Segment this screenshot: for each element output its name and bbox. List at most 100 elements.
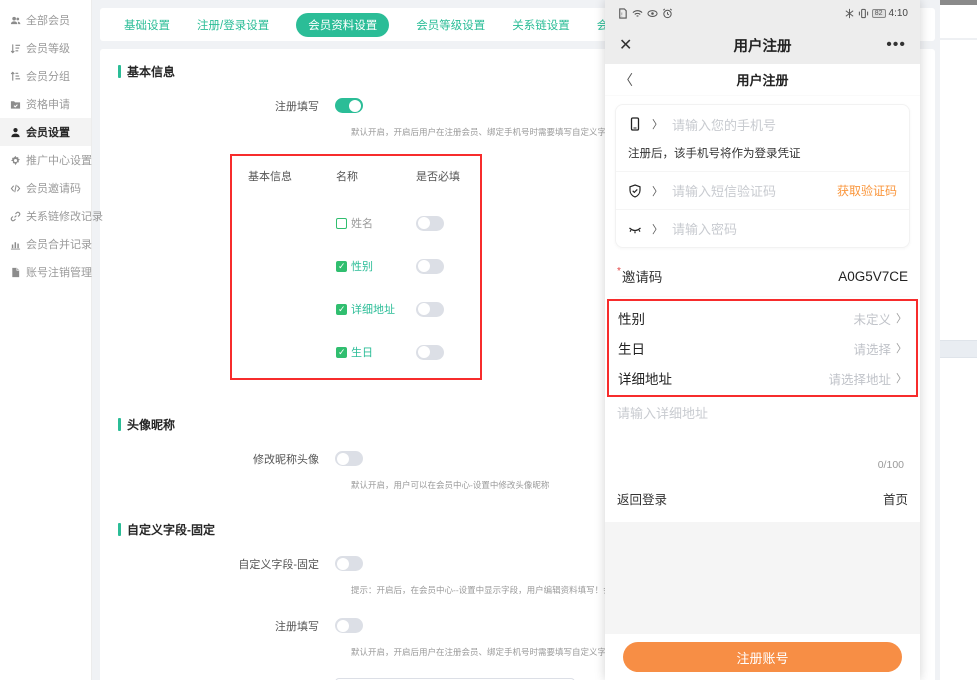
sidebar-item-label: 全部会员 (26, 12, 70, 28)
field-checkbox[interactable] (336, 261, 347, 272)
register-fill-label: 注册填写 (118, 98, 335, 118)
back-to-login-link[interactable]: 返回登录 (617, 489, 667, 508)
field-name: 生日 (351, 344, 373, 360)
member-settings-icon (9, 126, 21, 138)
address-textarea[interactable]: 请输入详细地址 0/100 (615, 397, 910, 475)
eye-icon (647, 8, 658, 19)
chevron-right-icon: 〉 (896, 340, 907, 356)
mobile-preview-panel: ! 82 4:10 ✕ 用户注册 ••• 〈 用户注册 〉 请输入您的手机号 注… (605, 0, 920, 680)
sidebar-item[interactable]: 会员合并记录 (0, 230, 91, 258)
modify-nickname-label: 修改昵称头像 (118, 451, 335, 471)
level-icon (9, 42, 21, 54)
sidebar-item-label: 账号注销管理 (26, 264, 92, 280)
picker-label: 详细地址 (618, 368, 672, 388)
field-name: 详细地址 (351, 301, 395, 317)
wifi-icon (632, 8, 643, 19)
settings-tab[interactable]: 基础设置 (124, 17, 170, 33)
register-account-button[interactable]: 注册账号 (623, 642, 902, 672)
basic-field-row: 生日 (232, 344, 480, 360)
group-icon (9, 70, 21, 82)
back-chevron-icon[interactable]: 〈 (619, 70, 659, 90)
settings-tab[interactable]: 会员资料设置 (296, 13, 389, 37)
empty-area (605, 522, 920, 634)
home-link[interactable]: 首页 (883, 489, 908, 508)
basic-field-row: 性别 (232, 258, 480, 274)
picker-value: 请选择 (853, 339, 891, 358)
field-checkbox[interactable] (336, 218, 347, 229)
basic-fields-table: 基本信息 名称 是否必填 姓名 (230, 154, 482, 380)
picker-label: 生日 (618, 338, 645, 358)
more-icon[interactable]: ••• (866, 36, 906, 54)
phone-page-title: 用户注册 (659, 35, 866, 56)
invite-code-value: A0G5V7CE (838, 269, 908, 284)
mobile-phone-icon (628, 117, 643, 131)
settings-tab[interactable]: 关系链设置 (512, 17, 570, 33)
custom-fixed-toggle[interactable] (335, 556, 363, 571)
svg-text:!: ! (621, 12, 623, 18)
picker-value: 未定义 (853, 309, 891, 328)
battery-icon: 82 (872, 9, 886, 18)
sidebar-item[interactable]: 会员分组 (0, 62, 91, 90)
password-field[interactable]: 〉 请输入密码 (616, 209, 909, 247)
password-placeholder: 请输入密码 (672, 219, 897, 238)
phone-number-note: 注册后，该手机号将作为登录凭证 (616, 143, 909, 171)
field-required-toggle[interactable] (416, 302, 444, 317)
page-edge-band (940, 340, 977, 358)
section-title: 基本信息 (127, 63, 175, 80)
sidebar-item[interactable]: 会员等级 (0, 34, 91, 62)
sms-code-placeholder: 请输入短信验证码 (672, 181, 828, 200)
get-code-button[interactable]: 获取验证码 (837, 182, 897, 199)
promotion-icon (9, 154, 21, 166)
chevron-right-icon: 〉 (896, 310, 907, 326)
chevron-right-icon: 〉 (652, 183, 663, 199)
invite-code-icon (9, 182, 21, 194)
phone-body: 〉 请输入您的手机号 注册后，该手机号将作为登录凭证 〉 请输入短信验证码 获取… (605, 96, 920, 680)
custom-register-fill-toggle[interactable] (335, 618, 363, 633)
section-title: 头像昵称 (127, 416, 175, 433)
sms-code-field[interactable]: 〉 请输入短信验证码 获取验证码 (616, 171, 909, 209)
phone-nav-title: 用户注册 (659, 70, 866, 89)
shield-check-icon (628, 184, 643, 198)
bluetooth-off-icon (844, 8, 855, 19)
picker-row[interactable]: 详细地址 请选择地址 〉 (609, 363, 916, 393)
field-required-toggle[interactable] (416, 345, 444, 360)
field-required-toggle[interactable] (416, 216, 444, 231)
page-edge-divider (940, 38, 977, 40)
sidebar-item-label: 会员设置 (26, 124, 70, 140)
field-checkbox[interactable] (336, 347, 347, 358)
column-header: 基本信息 (248, 168, 336, 184)
sidebar-item[interactable]: 资格申请 (0, 90, 91, 118)
users-icon (9, 14, 21, 26)
field-name: 性别 (351, 258, 373, 274)
sidebar-item[interactable]: 会员邀请码 (0, 174, 91, 202)
basic-fields-rows: 姓名 性别 (232, 215, 480, 360)
invite-code-row[interactable]: *邀请码 A0G5V7CE (615, 258, 910, 297)
sidebar-menu: 全部会员 会员等级 会员分组 资格申请 会员设置 (0, 6, 91, 286)
registration-form-card: 〉 请输入您的手机号 注册后，该手机号将作为登录凭证 〉 请输入短信验证码 获取… (615, 104, 910, 248)
sidebar-item[interactable]: 会员设置 (0, 118, 91, 146)
settings-tab[interactable]: 注册/登录设置 (197, 17, 269, 33)
close-icon[interactable]: ✕ (619, 35, 659, 55)
sidebar-item[interactable]: 账号注销管理 (0, 258, 91, 286)
column-header: 名称 (336, 168, 416, 184)
settings-tab[interactable]: 会员等级设置 (416, 17, 485, 33)
picker-row[interactable]: 性别 未定义 〉 (609, 303, 916, 333)
section-accent-bar (118, 523, 121, 536)
picker-row[interactable]: 生日 请选择 〉 (609, 333, 916, 363)
chevron-right-icon: 〉 (652, 221, 663, 237)
field-required-toggle[interactable] (416, 259, 444, 274)
register-fill-toggle[interactable] (335, 98, 363, 113)
modify-nickname-toggle[interactable] (335, 451, 363, 466)
sidebar-item[interactable]: 推广中心设置 (0, 146, 91, 174)
field-name: 姓名 (351, 215, 373, 231)
basic-field-row: 姓名 (232, 215, 480, 231)
sidebar-item[interactable]: 全部会员 (0, 6, 91, 34)
sidebar-item-label: 资格申请 (26, 96, 70, 112)
chevron-right-icon: 〉 (652, 116, 663, 132)
field-checkbox[interactable] (336, 304, 347, 315)
section-accent-bar (118, 418, 121, 431)
address-placeholder: 请输入详细地址 (617, 403, 908, 422)
sidebar-item[interactable]: 关系链修改记录 (0, 202, 91, 230)
phone-number-field[interactable]: 〉 请输入您的手机号 (616, 105, 909, 143)
sidebar-item-label: 会员合并记录 (26, 236, 92, 252)
